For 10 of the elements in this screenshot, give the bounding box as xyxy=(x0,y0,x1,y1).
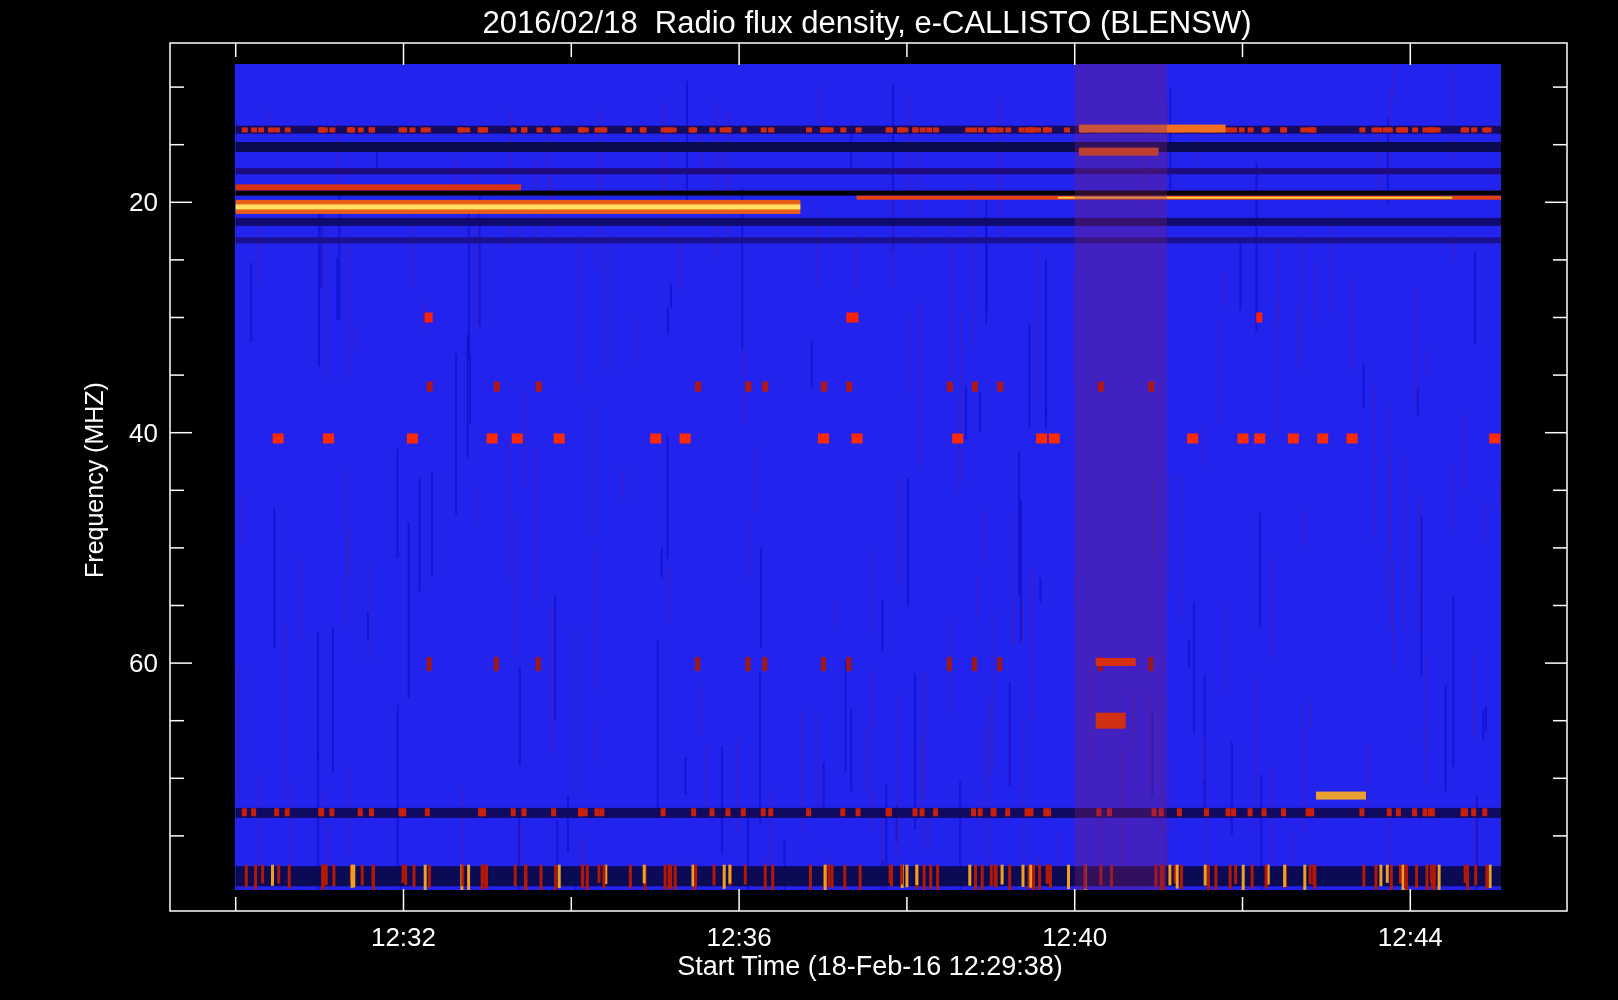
x-axis-label: Start Time (18-Feb-16 12:29:38) xyxy=(677,951,1063,981)
tick-label: 60 xyxy=(129,648,158,679)
y-axis-label: Frequency (MHZ) xyxy=(80,382,108,578)
tick-label: 12:40 xyxy=(1042,922,1108,952)
tick-label: 40 xyxy=(129,417,158,448)
tick-label: 12:44 xyxy=(1377,922,1443,952)
tick-label: 20 xyxy=(129,187,158,218)
plot-title: 2016/02/18 Radio flux density, e-CALLISTO (BLENSW) xyxy=(482,5,1252,40)
tick-label: 12:32 xyxy=(370,922,437,952)
tick-label: 12:36 xyxy=(706,922,772,952)
